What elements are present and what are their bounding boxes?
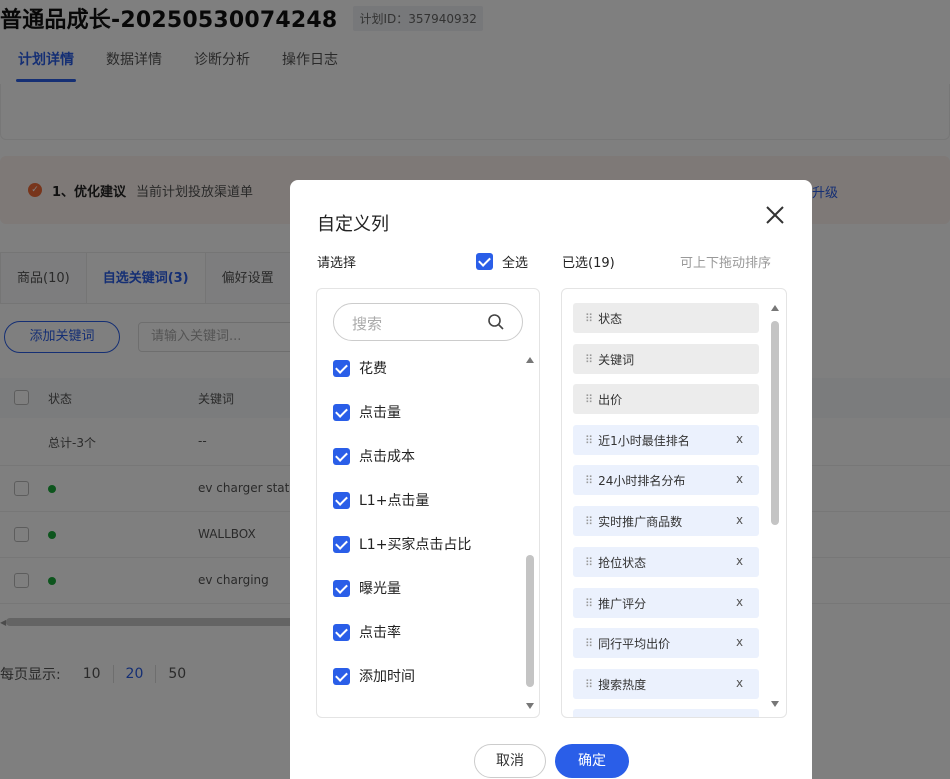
remove-column-button[interactable]: x — [736, 676, 743, 690]
drag-sort-hint: 可上下拖动排序 — [680, 256, 772, 271]
checkbox-checked-icon — [333, 403, 350, 421]
drag-handle-icon[interactable]: ⠿ — [585, 515, 593, 528]
column-option[interactable]: L1+买家点击占比 — [333, 533, 471, 555]
selected-column[interactable]: ⠿ 推广评分 x — [573, 588, 759, 618]
column-option-label: L1+买家点击占比 — [359, 537, 472, 553]
options-scrollbar[interactable] — [525, 357, 535, 709]
select-all-label: 全选 — [502, 256, 529, 271]
checkbox-checked-icon — [333, 359, 350, 377]
available-columns-panel: 搜索 花费 点击量 点击成本 L1+点击量 L1+买家点击占比 曝光量 点击率 … — [316, 288, 540, 718]
remove-column-button[interactable]: x — [736, 554, 743, 568]
selected-count-label: 已选(19) — [562, 256, 615, 271]
selected-column[interactable]: ⠿ 出价 — [573, 384, 759, 414]
drag-handle-icon[interactable]: ⠿ — [585, 312, 593, 325]
column-option-label: 花费 — [359, 361, 387, 377]
drag-handle-icon[interactable]: ⠿ — [585, 353, 593, 366]
selected-column-partial[interactable] — [573, 709, 759, 717]
remove-column-button[interactable]: x — [736, 513, 743, 527]
selected-column[interactable]: ⠿ 状态 — [573, 303, 759, 333]
selected-column-label: 抢位状态 — [598, 555, 647, 570]
column-option-label: L1+点击量 — [359, 493, 430, 509]
drag-handle-icon[interactable]: ⠿ — [585, 637, 593, 650]
checkbox-checked-icon — [333, 447, 350, 465]
selected-column-label: 推广评分 — [598, 596, 647, 611]
scrollbar-thumb[interactable] — [771, 321, 779, 525]
column-option[interactable]: L1+点击量 — [333, 489, 429, 511]
column-option-label: 添加时间 — [359, 669, 415, 685]
selected-column-label: 实时推广商品数 — [598, 514, 683, 529]
selected-column-label: 同行平均出价 — [598, 636, 671, 651]
drag-handle-icon[interactable]: ⠿ — [585, 556, 593, 569]
selected-column[interactable]: ⠿ 24小时排名分布 x — [573, 465, 759, 495]
drag-handle-icon[interactable]: ⠿ — [585, 678, 593, 691]
selected-column-label: 近1小时最佳排名 — [598, 433, 690, 448]
selected-column[interactable]: ⠿ 搜索热度 x — [573, 669, 759, 699]
scroll-down-arrow-icon[interactable] — [526, 703, 534, 709]
selected-column[interactable]: ⠿ 抢位状态 x — [573, 547, 759, 577]
customize-columns-dialog: 自定义列 请选择 全选 已选(19) 可上下拖动排序 搜索 花费 点击量 点击成… — [290, 180, 812, 779]
selected-column-label: 搜索热度 — [598, 677, 647, 692]
column-option[interactable]: 添加时间 — [333, 665, 415, 687]
select-all-checkbox[interactable]: 全选 — [476, 252, 528, 271]
selected-column-label: 24小时排名分布 — [598, 473, 686, 488]
scroll-up-arrow-icon[interactable] — [526, 357, 534, 363]
drag-handle-icon[interactable]: ⠿ — [585, 597, 593, 610]
selected-column-label: 状态 — [598, 311, 623, 326]
column-option-label: 曝光量 — [359, 581, 401, 597]
dialog-title: 自定义列 — [317, 214, 389, 235]
checkbox-checked-icon — [333, 535, 350, 553]
available-columns-label: 请选择 — [317, 256, 357, 271]
selected-column[interactable]: ⠿ 同行平均出价 x — [573, 628, 759, 658]
scroll-up-arrow-icon[interactable] — [771, 305, 779, 311]
drag-handle-icon[interactable]: ⠿ — [585, 434, 593, 447]
close-icon[interactable] — [764, 204, 786, 226]
remove-column-button[interactable]: x — [736, 595, 743, 609]
scroll-down-arrow-icon[interactable] — [771, 701, 779, 707]
remove-column-button[interactable]: x — [736, 472, 743, 486]
selected-columns-panel: ⠿ 状态 ⠿ 关键词 ⠿ 出价 ⠿ 近1小时最佳排名 x ⠿ 24小时排名分布 x ⠿ 实时推广… — [561, 288, 787, 718]
search-icon[interactable] — [487, 313, 505, 331]
drag-handle-icon[interactable]: ⠿ — [585, 393, 593, 406]
remove-column-button[interactable]: x — [736, 635, 743, 649]
cancel-button[interactable]: 取消 — [474, 744, 546, 778]
checkbox-checked-icon — [476, 253, 493, 270]
scrollbar-thumb[interactable] — [526, 555, 534, 687]
column-option[interactable]: 曝光量 — [333, 577, 401, 599]
column-option[interactable]: 点击成本 — [333, 445, 415, 467]
selected-scrollbar[interactable] — [770, 305, 780, 707]
column-option[interactable]: 点击量 — [333, 401, 401, 423]
selected-column-label: 出价 — [598, 392, 623, 407]
selected-column[interactable]: ⠿ 关键词 — [573, 344, 759, 374]
column-option-label: 点击成本 — [359, 449, 415, 465]
remove-column-button[interactable]: x — [736, 432, 743, 446]
checkbox-checked-icon — [333, 667, 350, 685]
selected-column[interactable]: ⠿ 近1小时最佳排名 x — [573, 425, 759, 455]
column-search-input[interactable]: 搜索 — [333, 303, 523, 341]
search-placeholder: 搜索 — [352, 315, 383, 333]
confirm-button[interactable]: 确定 — [555, 744, 629, 778]
selected-column[interactable]: ⠿ 实时推广商品数 x — [573, 506, 759, 536]
selected-column-label: 关键词 — [598, 352, 635, 367]
column-option[interactable]: 点击率 — [333, 621, 401, 643]
column-option-label: 点击量 — [359, 405, 401, 421]
column-option[interactable]: 花费 — [333, 357, 387, 379]
drag-handle-icon[interactable]: ⠿ — [585, 474, 593, 487]
checkbox-checked-icon — [333, 623, 350, 641]
column-option-label: 点击率 — [359, 625, 401, 641]
checkbox-checked-icon — [333, 579, 350, 597]
checkbox-checked-icon — [333, 491, 350, 509]
